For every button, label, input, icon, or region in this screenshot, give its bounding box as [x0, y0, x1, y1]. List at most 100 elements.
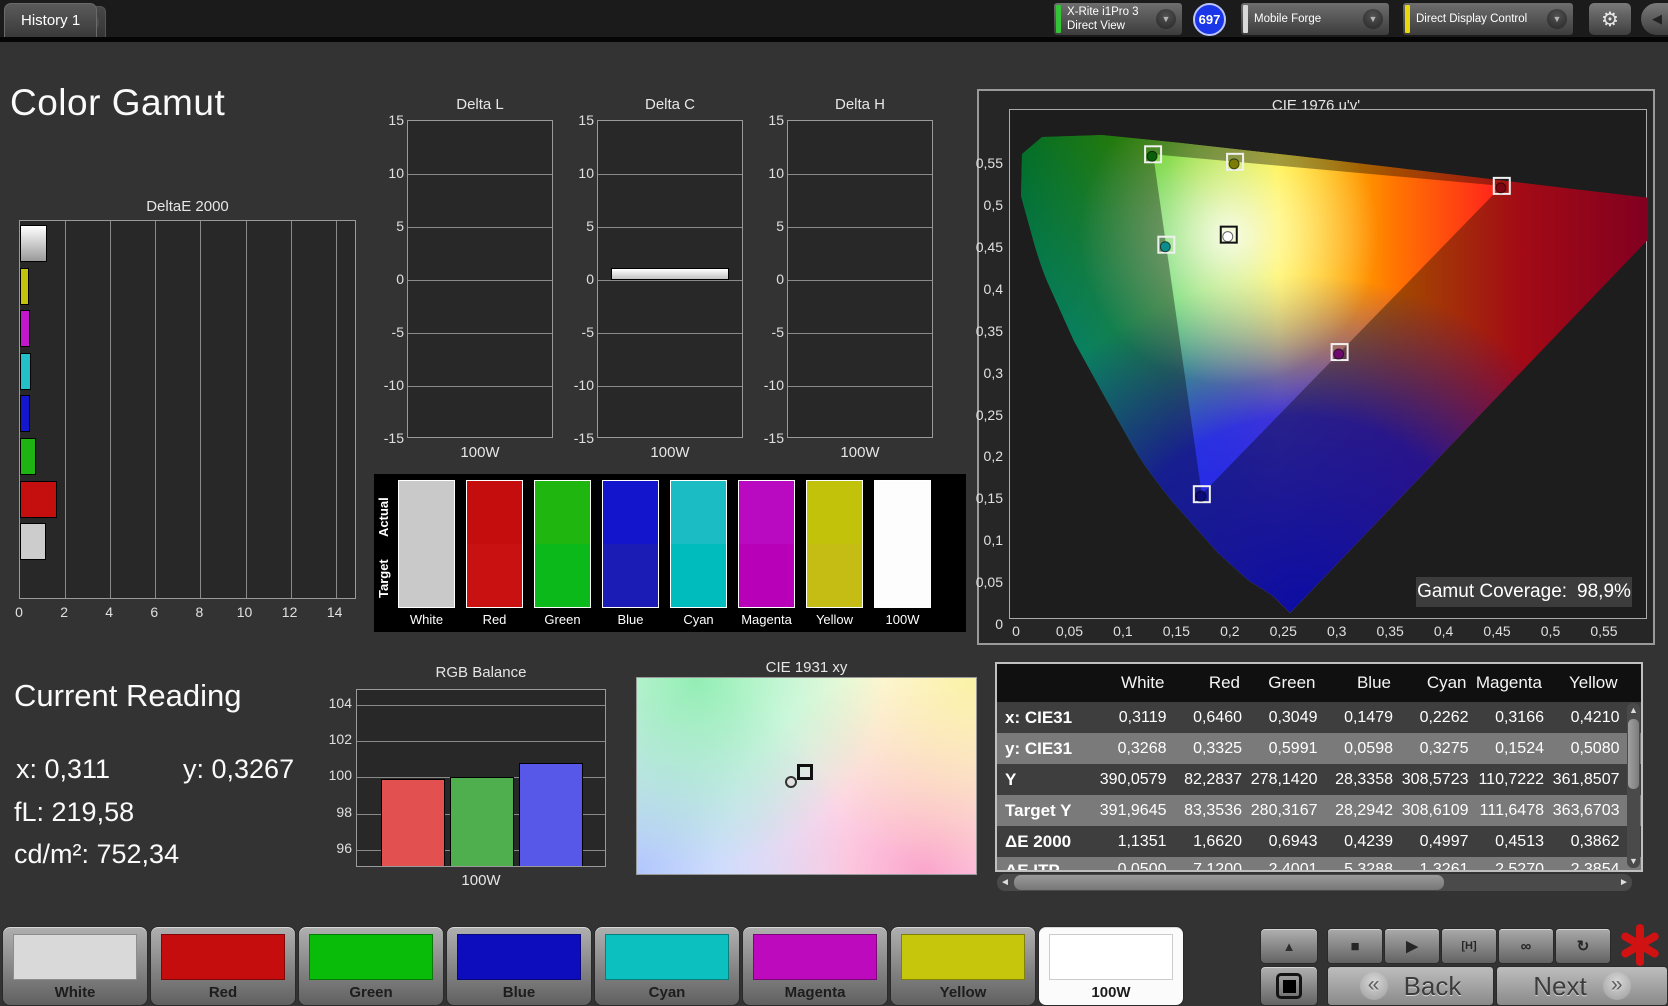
- cell-value: 0,4513: [1495, 832, 1544, 850]
- patch-panel-up-button[interactable]: ▲: [1260, 928, 1318, 964]
- patch-button-blue[interactable]: Blue: [446, 926, 592, 1006]
- patch-label: Red: [208, 984, 238, 1001]
- scroll-right-icon[interactable]: ►: [1616, 874, 1632, 891]
- gridline: [290, 221, 292, 598]
- axis-tick-label: 0,25: [1269, 623, 1297, 639]
- swatch-actual: [399, 481, 454, 544]
- back-button[interactable]: « Back: [1327, 966, 1494, 1006]
- gamut-marker-dot-magenta: [1333, 348, 1345, 360]
- cie1931-measured-marker: [784, 775, 797, 788]
- axis-tick-label: 0,1: [1113, 623, 1133, 639]
- source-dropdown[interactable]: Mobile Forge ▼: [1240, 2, 1390, 36]
- scroll-down-icon[interactable]: ▼: [1627, 854, 1640, 868]
- deltae-bar-yellow: [20, 267, 29, 305]
- next-button[interactable]: Next »: [1496, 966, 1668, 1006]
- cell-value: 7,1200: [1193, 861, 1242, 872]
- axis-tick-label: 0: [586, 271, 594, 287]
- cell-value: 0,4997: [1419, 832, 1469, 850]
- swatch-label: Red: [482, 612, 507, 627]
- cell-value: 0,4239: [1344, 832, 1393, 850]
- settings-button[interactable]: ⚙: [1588, 2, 1632, 36]
- cell-value: 0,3268: [1117, 739, 1167, 757]
- table-row: x: CIE31 0,3119 0,6460 0,3049 0,1479 0,2262 0,…: [997, 702, 1641, 733]
- scrollbar-thumb[interactable]: [1628, 719, 1639, 789]
- patch-label: Magenta: [784, 984, 846, 1001]
- axis-tick-label: -10: [573, 377, 594, 393]
- axis-tick-label: 0,15: [975, 490, 1003, 507]
- table-row: ΔE ITP 0,0500 7,1200 2,4001 5,3288 1,3261 2,52…: [997, 857, 1641, 872]
- swatch-label: White: [409, 612, 444, 627]
- stop-button[interactable]: ■: [1327, 928, 1383, 964]
- cell-value: 391,9645: [1099, 801, 1167, 819]
- chart-x-label: 100W: [650, 444, 690, 461]
- table-header-Yellow: Yellow: [1568, 673, 1618, 692]
- patch-button-red[interactable]: Red: [150, 926, 296, 1006]
- axis-tick-label: 0,35: [1376, 623, 1404, 639]
- scroll-up-icon[interactable]: ▲: [1627, 703, 1640, 717]
- swatch-label: Blue: [617, 612, 644, 627]
- chart-x-label: 100W: [460, 444, 500, 461]
- continuous-measure-button[interactable]: ∞: [1498, 928, 1554, 964]
- axis-tick-label: 0,45: [1483, 623, 1511, 639]
- patch-button-green[interactable]: Green: [298, 926, 444, 1006]
- cell-value: 0,0500: [1117, 861, 1167, 872]
- gridline: [788, 333, 932, 334]
- cell-value: 390,0579: [1099, 770, 1167, 788]
- collapse-panel-button[interactable]: ◀: [1640, 2, 1668, 36]
- rgb-balance-y-axis: 104 102 100 98 96: [322, 689, 352, 867]
- row-label: x: CIE31: [1005, 707, 1073, 727]
- gamut-coverage-readout: Gamut Coverage: 98,9%: [1416, 577, 1632, 607]
- patch-button-yellow[interactable]: Yellow: [890, 926, 1036, 1006]
- cie1931-target-marker: [796, 763, 813, 780]
- tab-history-1[interactable]: History 1: [4, 3, 98, 37]
- swatch-target: [671, 544, 726, 607]
- scrollbar-thumb[interactable]: [1014, 875, 1444, 890]
- axis-tick-label: 0,05: [1055, 623, 1084, 639]
- cell-value: 28,3358: [1335, 770, 1393, 788]
- patch-swatch: [457, 934, 581, 980]
- table-horizontal-scrollbar[interactable]: ◄ ►: [997, 874, 1632, 891]
- table-header-Cyan: Cyan: [1426, 673, 1467, 692]
- patch-button-cyan[interactable]: Cyan: [594, 926, 740, 1006]
- table-vertical-scrollbar[interactable]: ▲ ▼: [1627, 703, 1640, 868]
- reading-count-badge[interactable]: 697: [1193, 3, 1226, 36]
- chevron-down-icon: ▼: [1547, 9, 1567, 29]
- meter-dropdown[interactable]: X-Rite i1Pro 3 Direct View ▼: [1053, 2, 1183, 36]
- axis-tick-label: 0,5: [983, 197, 1003, 213]
- axis-tick-label: 10: [236, 604, 253, 620]
- table-body: x: CIE31 0,3119 0,6460 0,3049 0,1479 0,2262 0,…: [997, 702, 1641, 872]
- cell-value: 0,2262: [1419, 708, 1469, 726]
- loop-button[interactable]: ↻: [1555, 928, 1611, 964]
- workflow-dropdown[interactable]: Direct Display Control ▼: [1402, 2, 1574, 36]
- single-measure-icon: [H]: [1461, 940, 1477, 952]
- gridline: [598, 333, 742, 334]
- single-measure-button[interactable]: [H]: [1441, 928, 1497, 964]
- swatch-target: [875, 544, 930, 607]
- axis-tick-label: 0,15: [1162, 623, 1190, 639]
- row-label: ΔE 2000: [1005, 831, 1072, 851]
- gamut-marker-dot-yellow: [1228, 158, 1240, 170]
- table-row: Y 390,0579 82,2837 278,1420 28,3358 308,5723 1…: [997, 764, 1641, 795]
- cell-value: 5,3288: [1344, 861, 1393, 872]
- cell-value: 0,3862: [1570, 832, 1620, 850]
- cell-value: 0,3049: [1268, 708, 1318, 726]
- scroll-left-icon[interactable]: ◄: [997, 874, 1013, 891]
- reading-y: y: 0,3267: [183, 754, 295, 784]
- rgb-bar-red: [381, 779, 445, 866]
- play-button[interactable]: ▶: [1384, 928, 1440, 964]
- table-row: Target Y 391,9645 83,3536 280,3167 28,2942 30…: [997, 795, 1641, 826]
- patch-button-white[interactable]: White: [2, 926, 148, 1006]
- axis-tick-label: 10: [768, 165, 784, 181]
- patch-button-100w[interactable]: 100W: [1038, 926, 1184, 1006]
- meter-name: X-Rite i1Pro 3: [1067, 5, 1139, 18]
- axis-tick-label: 0,2: [1220, 623, 1240, 639]
- axis-tick-label: 0,55: [1590, 623, 1618, 639]
- patch-window-button[interactable]: [1260, 966, 1318, 1006]
- chart-title: Delta C: [644, 96, 696, 113]
- delta-l-chart: Delta L 15 10 5 0 -5 -10 -15 100W: [384, 96, 553, 468]
- tab-label: History 1: [21, 12, 81, 29]
- cell-value: 0,1524: [1495, 739, 1544, 757]
- rgb-bar-blue: [519, 762, 583, 866]
- cie1976-plot: [1009, 109, 1668, 619]
- patch-button-magenta[interactable]: Magenta: [742, 926, 888, 1006]
